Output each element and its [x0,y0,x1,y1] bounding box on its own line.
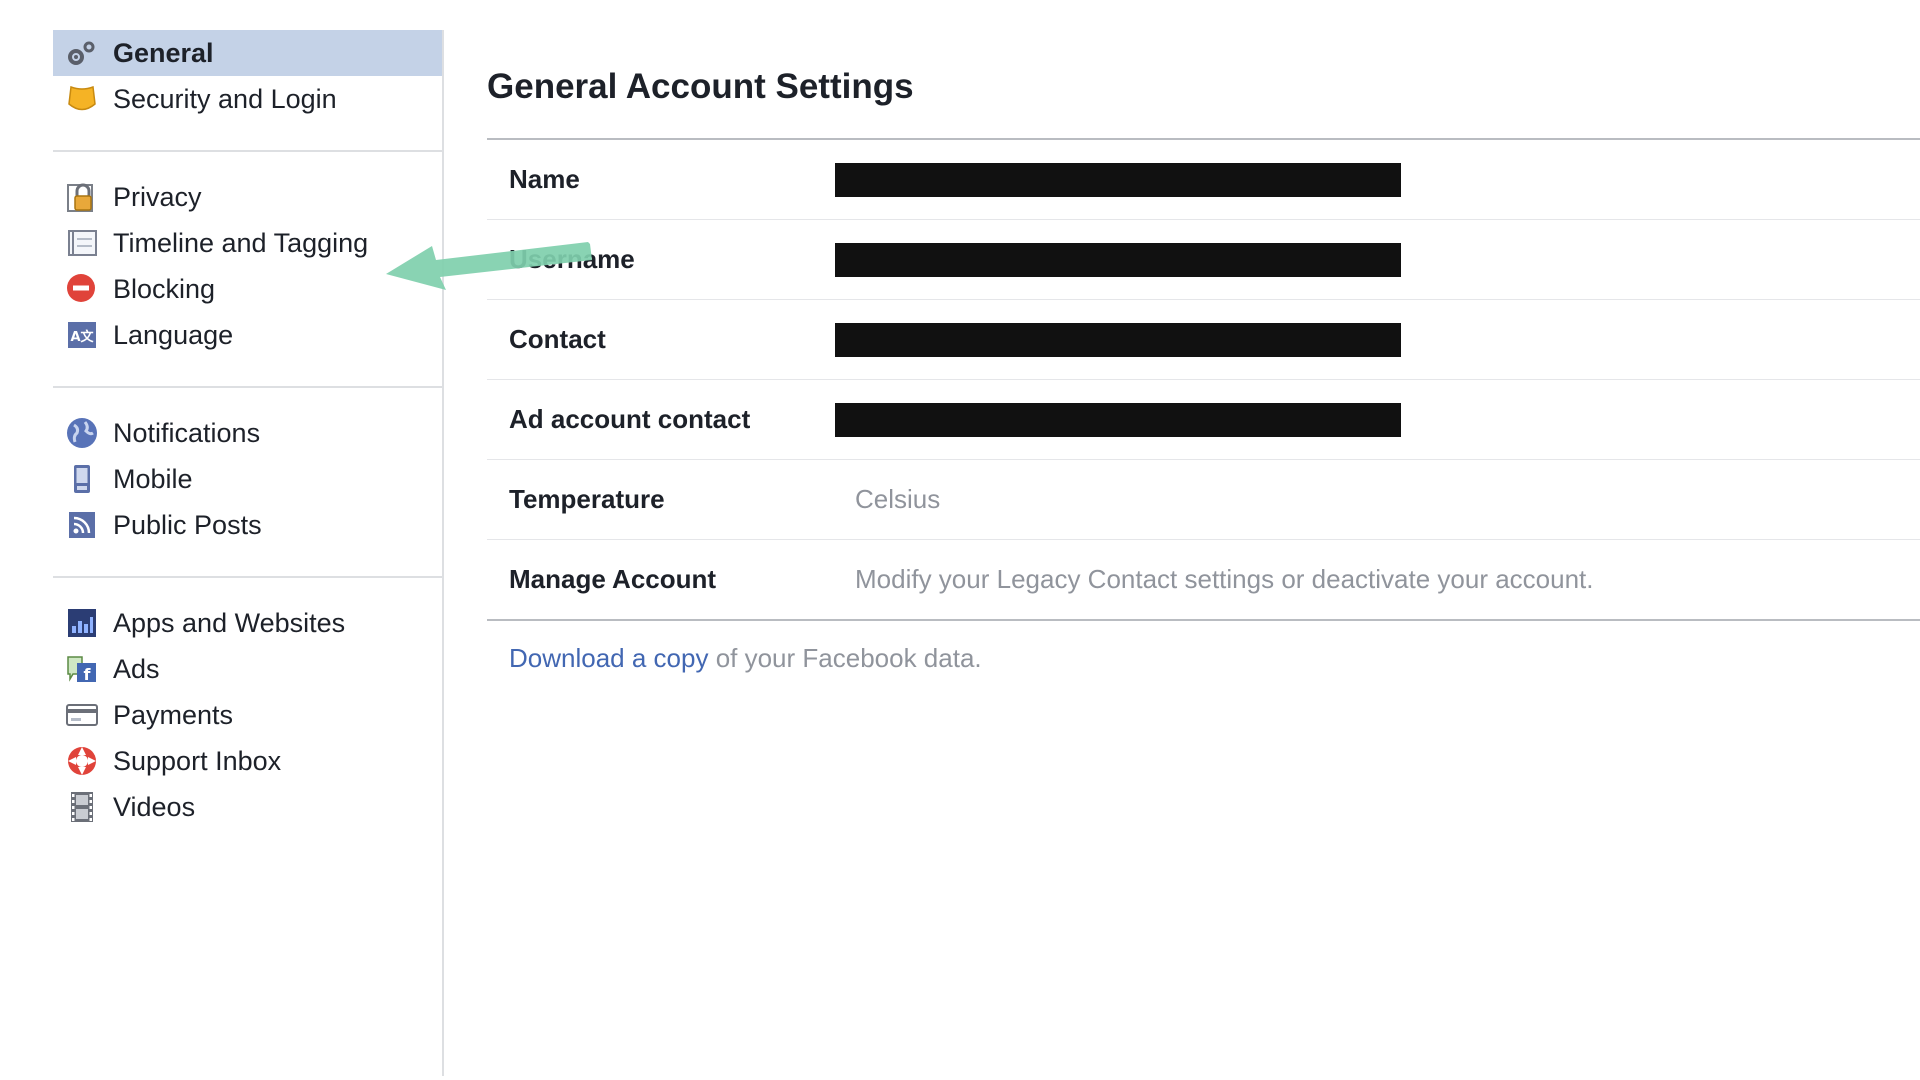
sidebar-item-label: Support Inbox [113,746,281,777]
setting-label: Contact [487,324,835,355]
page-title: General Account Settings [487,60,1920,114]
settings-table: Name Username Contact Ad account contact… [487,140,1920,619]
sidebar-item-label: Privacy [113,182,202,213]
sidebar-item-label: Security and Login [113,84,337,115]
lifebuoy-icon [65,744,99,778]
setting-row-temperature[interactable]: Temperature Celsius [487,460,1920,540]
rss-icon [65,508,99,542]
sidebar-item-language[interactable]: A文 Language [53,312,442,358]
setting-value: Modify your Legacy Contact settings or d… [835,564,1594,595]
sidebar-item-label: Language [113,320,233,351]
table-divider [487,619,1920,621]
download-data-text: Download a copy of your Facebook data. [487,643,1920,674]
redacted-value [835,323,1401,357]
redacted-value [835,243,1401,277]
sidebar-item-timeline-and-tagging[interactable]: Timeline and Tagging [53,220,442,266]
redacted-value [835,163,1401,197]
sidebar-item-blocking[interactable]: Blocking [53,266,442,312]
nav-group-notifications: Notifications Mobile Public Posts [53,410,442,548]
sidebar-item-label: Payments [113,700,233,731]
nav-group-privacy: Privacy Timeline and Tagging Blocking A文… [53,174,442,358]
sidebar-item-privacy[interactable]: Privacy [53,174,442,220]
gears-icon [65,36,99,70]
ads-icon: f [65,652,99,686]
sidebar-item-label: Mobile [113,464,193,495]
sidebar-item-label: Apps and Websites [113,608,345,639]
setting-value: Celsius [835,484,940,515]
apps-icon [65,606,99,640]
sidebar-item-label: Videos [113,792,195,823]
nav-group-apps: Apps and Websites f Ads Payments Support… [53,600,442,830]
badge-icon [65,82,99,116]
sidebar-item-ads[interactable]: f Ads [53,646,442,692]
setting-label: Ad account contact [487,404,835,435]
globe-icon [65,416,99,450]
setting-label: Manage Account [487,564,835,595]
card-icon [65,698,99,732]
mobile-icon [65,462,99,496]
setting-label: Username [487,244,835,275]
sidebar-item-label: Timeline and Tagging [113,228,368,259]
sidebar-item-label: Public Posts [113,510,262,541]
sidebar-item-label: General [113,38,214,69]
setting-label: Name [487,164,835,195]
sidebar-item-security-and-login[interactable]: Security and Login [53,76,442,122]
sidebar-item-support-inbox[interactable]: Support Inbox [53,738,442,784]
download-copy-link[interactable]: Download a copy [509,643,708,673]
setting-row-ad-account-contact[interactable]: Ad account contact [487,380,1920,460]
sidebar-item-general[interactable]: General [53,30,442,76]
setting-row-contact[interactable]: Contact [487,300,1920,380]
svg-text:f: f [84,665,92,684]
settings-main: General Account Settings Name Username C… [487,30,1920,674]
setting-row-manage-account[interactable]: Manage Account Modify your Legacy Contac… [487,540,1920,619]
lock-icon [65,180,99,214]
sidebar-item-label: Notifications [113,418,260,449]
sidebar-item-payments[interactable]: Payments [53,692,442,738]
svg-text:A文: A文 [70,329,94,345]
timeline-icon [65,226,99,260]
nav-group-account: General Security and Login [53,30,442,122]
setting-row-username[interactable]: Username [487,220,1920,300]
redacted-value [835,403,1401,437]
sidebar-item-mobile[interactable]: Mobile [53,456,442,502]
settings-sidebar: General Security and Login Privacy Timel… [53,30,444,1076]
language-icon: A文 [65,318,99,352]
sidebar-item-public-posts[interactable]: Public Posts [53,502,442,548]
sidebar-item-label: Ads [113,654,160,685]
film-icon [65,790,99,824]
sidebar-item-videos[interactable]: Videos [53,784,442,830]
setting-row-name[interactable]: Name [487,140,1920,220]
sidebar-item-apps-and-websites[interactable]: Apps and Websites [53,600,442,646]
block-icon [65,272,99,306]
download-rest-text: of your Facebook data. [708,643,981,673]
setting-label: Temperature [487,484,835,515]
sidebar-item-notifications[interactable]: Notifications [53,410,442,456]
sidebar-item-label: Blocking [113,274,215,305]
